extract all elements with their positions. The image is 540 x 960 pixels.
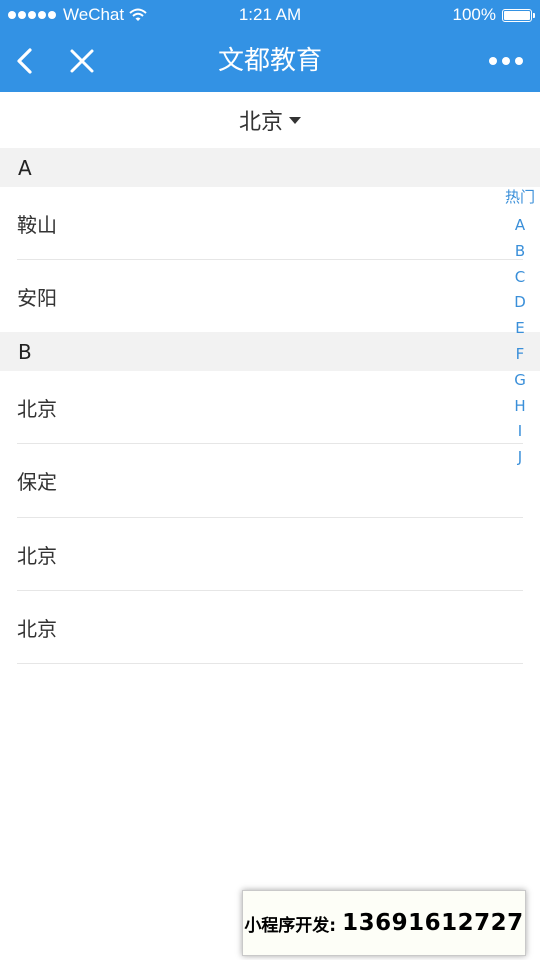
alphabet-index-bar: 热门 A B C D E F G H I J: [502, 184, 538, 470]
watermark-label: 小程序开发:: [244, 915, 337, 936]
more-dots-icon[interactable]: [488, 50, 524, 72]
nav-bar: 文都教育: [0, 30, 540, 92]
city-item-label: 保定: [17, 470, 57, 494]
watermark-phone: 13691612727: [342, 910, 524, 936]
city-item-label: 安阳: [17, 285, 57, 310]
city-item-beijing-3[interactable]: 北京: [17, 591, 523, 664]
city-item-label: 北京: [17, 616, 57, 641]
section-header-b: B: [0, 332, 540, 371]
city-item-label: 北京: [17, 543, 57, 568]
status-bar: WeChat 1:21 AM 100%: [0, 0, 540, 30]
index-item-f[interactable]: F: [502, 341, 538, 367]
city-item-anshan[interactable]: 鞍山: [17, 187, 523, 260]
index-item-e[interactable]: E: [502, 315, 538, 341]
caret-down-icon: [289, 116, 301, 124]
screen: WeChat 1:21 AM 100% 文都教育 北京 A 鞍山 安阳 B 北京…: [0, 0, 540, 960]
index-item-d[interactable]: D: [502, 289, 538, 315]
index-item-b[interactable]: B: [502, 238, 538, 264]
page-title: 文都教育: [217, 46, 322, 76]
index-item-a[interactable]: A: [502, 212, 538, 238]
battery-icon: [502, 8, 535, 22]
index-item-j[interactable]: J: [502, 444, 538, 470]
city-item-baoding[interactable]: 保定: [17, 444, 523, 518]
index-item-i[interactable]: I: [502, 418, 538, 444]
index-item-hot[interactable]: 热门: [502, 184, 538, 212]
city-list: A 鞍山 安阳 B 北京 保定 北京 北京: [0, 148, 540, 664]
status-right: 100%: [452, 5, 535, 25]
contact-watermark: 小程序开发: 13691612727: [242, 890, 526, 956]
city-item-label: 北京: [17, 396, 57, 421]
section-header-a: A: [0, 148, 540, 187]
index-item-g[interactable]: G: [502, 367, 538, 393]
city-item-beijing-2[interactable]: 北京: [17, 518, 523, 591]
city-selector[interactable]: 北京: [0, 92, 540, 148]
city-item-anyang[interactable]: 安阳: [17, 260, 523, 332]
city-selector-value: 北京: [238, 110, 283, 135]
battery-percent: 100%: [452, 5, 496, 24]
city-item-beijing[interactable]: 北京: [17, 371, 523, 444]
index-item-h[interactable]: H: [502, 393, 538, 419]
city-item-label: 鞍山: [17, 212, 57, 237]
index-item-c[interactable]: C: [502, 264, 538, 290]
